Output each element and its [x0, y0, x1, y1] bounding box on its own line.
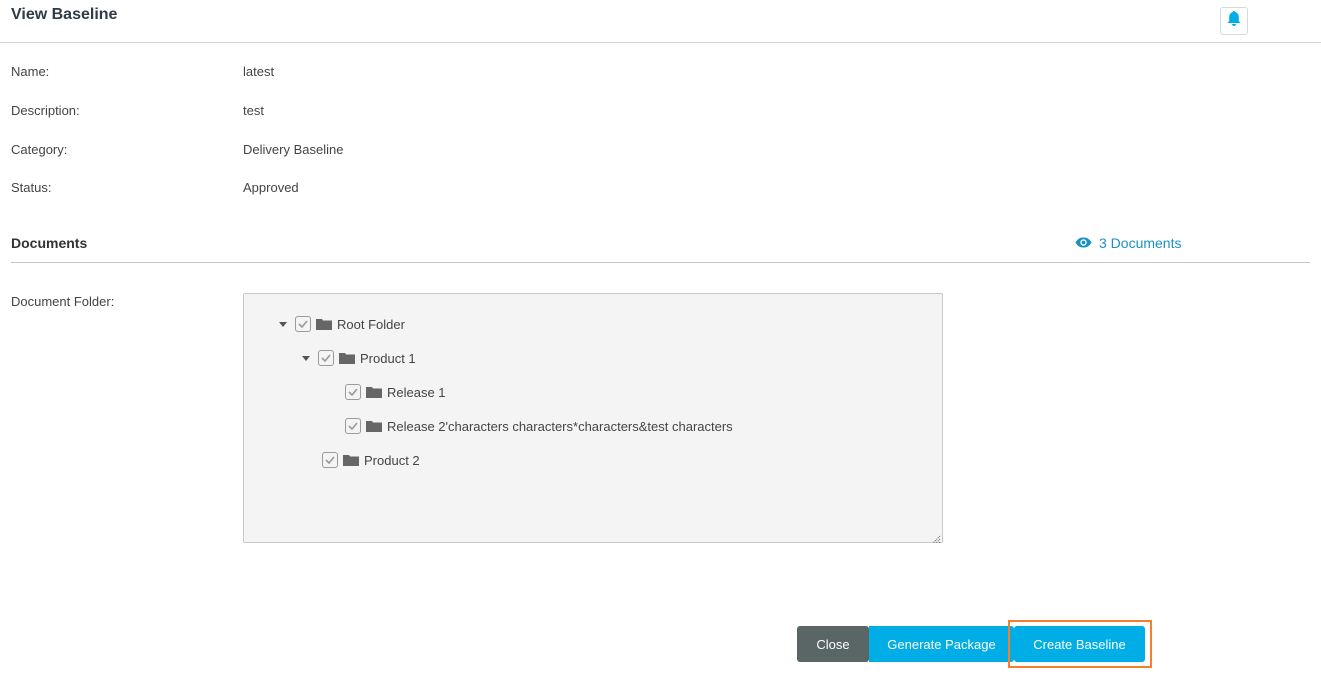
tree-node-label: Root Folder — [337, 316, 405, 332]
tree-node-label: Product 2 — [364, 452, 420, 468]
expand-caret-icon[interactable] — [302, 355, 310, 361]
name-label: Name: — [11, 64, 50, 79]
tree-node-product-1[interactable]: Product 1 — [302, 349, 416, 367]
document-folder-label: Document Folder: — [11, 294, 115, 309]
description-label: Description: — [11, 103, 80, 118]
document-folder-tree[interactable]: Root Folder Product 1 Release 1 Release … — [243, 293, 943, 544]
tree-node-product-2[interactable]: Product 2 — [322, 451, 420, 469]
generate-package-button[interactable]: Generate Package — [869, 626, 1014, 662]
folder-icon — [339, 352, 355, 364]
page-header: View Baseline — [0, 0, 1321, 43]
folder-icon — [366, 420, 382, 432]
resize-handle-icon[interactable] — [931, 531, 941, 544]
bell-icon — [1226, 10, 1242, 32]
status-label: Status: — [11, 180, 52, 195]
folder-icon — [316, 318, 332, 330]
close-button[interactable]: Close — [797, 626, 869, 662]
tree-node-label: Release 2'characters characters*characte… — [387, 418, 733, 434]
category-value: Delivery Baseline — [243, 142, 344, 157]
check-icon — [298, 320, 308, 328]
view-documents-link[interactable]: 3 Documents — [1075, 235, 1181, 251]
description-value: test — [243, 103, 264, 118]
tree-node-label: Product 1 — [360, 350, 416, 366]
tree-checkbox[interactable] — [345, 384, 361, 400]
notifications-button[interactable] — [1220, 7, 1248, 35]
check-icon — [321, 354, 331, 362]
tree-checkbox[interactable] — [295, 316, 311, 332]
check-icon — [348, 388, 358, 396]
documents-section-title: Documents — [11, 235, 88, 251]
tree-node-root-folder[interactable]: Root Folder — [279, 315, 405, 333]
tree-checkbox[interactable] — [322, 452, 338, 468]
folder-icon — [343, 454, 359, 466]
tree-node-release-2[interactable]: Release 2'characters characters*characte… — [345, 417, 733, 435]
tree-checkbox[interactable] — [318, 350, 334, 366]
tree-checkbox[interactable] — [345, 418, 361, 434]
folder-icon — [366, 386, 382, 398]
expand-caret-icon[interactable] — [279, 321, 287, 327]
category-label: Category: — [11, 142, 68, 157]
page-title: View Baseline — [11, 6, 118, 23]
status-value: Approved — [243, 180, 299, 195]
create-baseline-button[interactable]: Create Baseline — [1014, 626, 1145, 662]
name-value: latest — [243, 64, 275, 79]
documents-count: 3 Documents — [1099, 235, 1182, 251]
tree-node-release-1[interactable]: Release 1 — [345, 383, 446, 401]
section-divider — [11, 262, 1310, 263]
check-icon — [348, 422, 358, 430]
tree-node-label: Release 1 — [387, 384, 446, 400]
eye-icon — [1075, 235, 1092, 251]
check-icon — [325, 456, 335, 464]
